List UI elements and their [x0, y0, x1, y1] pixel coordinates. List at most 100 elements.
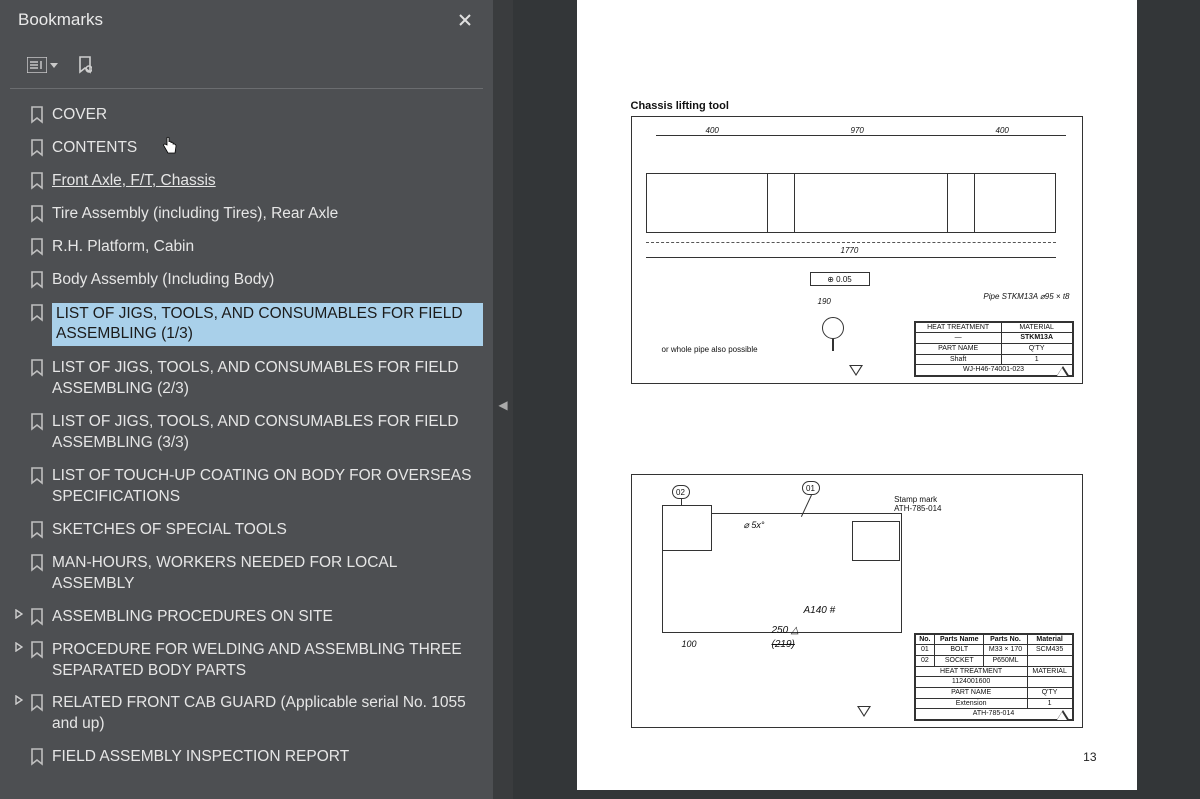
bookmark-list: COVER CONTENTS Front Axle, F/T, Chassis Tir…	[0, 89, 493, 774]
bookmark-item[interactable]: LIST OF JIGS, TOOLS, AND CONSUMABLES FOR…	[8, 352, 489, 406]
bookmark-label: RELATED FRONT CAB GUARD (Applicable seri…	[52, 693, 483, 735]
expand-chevron-icon[interactable]	[10, 695, 28, 705]
bookmark-icon	[30, 359, 44, 377]
close-icon	[457, 12, 473, 28]
handwritten-3: (219)	[772, 639, 795, 650]
stamp-mark-note: Stamp mark ATH-785-014	[894, 495, 941, 513]
bookmark-ribbon-icon	[28, 554, 46, 572]
expand-chevron-icon[interactable]	[10, 609, 28, 619]
bookmark-item[interactable]: LIST OF TOUCH-UP COATING ON BODY FOR OVE…	[8, 460, 489, 514]
pdf-page: Chassis lifting tool 400 970 400 1770 ⊕ …	[577, 0, 1137, 790]
bookmark-item[interactable]: RELATED FRONT CAB GUARD (Applicable seri…	[8, 687, 489, 741]
expand-chevron-icon[interactable]	[10, 642, 28, 652]
dim-100: 100	[682, 639, 697, 649]
bookmarks-title: Bookmarks	[18, 10, 103, 30]
dim-tolerance: ⊕ 0.05	[810, 272, 870, 286]
bookmark-options-button[interactable]	[24, 52, 50, 78]
bookmark-ribbon-icon	[28, 139, 46, 157]
projection-symbol-icon	[849, 365, 863, 378]
bookmark-item[interactable]: FIELD ASSEMBLY INSPECTION REPORT	[8, 741, 489, 774]
bookmark-icon	[30, 608, 44, 626]
bookmark-item[interactable]: Tire Assembly (including Tires), Rear Ax…	[8, 198, 489, 231]
bookmark-label: Tire Assembly (including Tires), Rear Ax…	[52, 204, 483, 225]
bookmark-ribbon-icon	[28, 304, 46, 322]
bookmark-item[interactable]: R.H. Platform, Cabin	[8, 231, 489, 264]
bookmark-item[interactable]: PROCEDURE FOR WELDING AND ASSEMBLING THR…	[8, 634, 489, 688]
drawing1-title: Chassis lifting tool	[631, 100, 1107, 112]
bookmark-icon	[30, 106, 44, 124]
bookmark-item[interactable]: ASSEMBLING PROCEDURES ON SITE	[8, 601, 489, 634]
bookmark-label: Body Assembly (Including Body)	[52, 270, 483, 291]
bookmark-label: ASSEMBLING PROCEDURES ON SITE	[52, 607, 483, 628]
bookmark-ribbon-icon	[28, 748, 46, 766]
bookmark-ribbon-icon	[28, 694, 46, 712]
bookmark-ribbon-icon	[28, 106, 46, 124]
bookmark-icon	[30, 413, 44, 431]
collapse-handle-icon: ◀	[498, 395, 508, 415]
balloon-02: 02	[672, 485, 690, 499]
bookmark-icon	[30, 139, 44, 157]
bookmark-item[interactable]: CONTENTS	[8, 132, 489, 165]
bookmark-icon	[30, 172, 44, 190]
bookmark-item[interactable]: SKETCHES OF SPECIAL TOOLS	[8, 514, 489, 547]
dim-top-1: 400	[706, 126, 719, 135]
bookmark-ribbon-icon	[28, 641, 46, 659]
projection-symbol-icon	[857, 706, 871, 719]
bookmark-label: R.H. Platform, Cabin	[52, 237, 483, 258]
bookmark-icon	[30, 238, 44, 256]
handwritten-1: A140 #	[804, 605, 836, 616]
handwritten-angle: ⌀ 5x°	[744, 520, 765, 531]
bookmark-label: COVER	[52, 105, 483, 126]
bookmark-icon	[30, 205, 44, 223]
bookmark-icon	[30, 271, 44, 289]
bookmark-ribbon-icon	[28, 359, 46, 377]
drawing2-figure: 02 01 Stamp mark ATH-785-014 ⌀ 5x° 100 A…	[631, 474, 1083, 728]
drawing2-titleblock: No. Parts Name Parts No. Material 01 BOL…	[914, 633, 1074, 722]
bookmark-icon	[30, 304, 44, 322]
bookmark-ribbon-icon	[28, 467, 46, 485]
bookmark-ribbon-icon	[28, 608, 46, 626]
pipe-material-note: Pipe STKM13A ⌀95 × t8	[983, 292, 1069, 301]
bookmark-label: Front Axle, F/T, Chassis	[52, 171, 483, 192]
bookmark-item[interactable]: LIST OF JIGS, TOOLS, AND CONSUMABLES FOR…	[8, 297, 489, 353]
document-viewport[interactable]: Chassis lifting tool 400 970 400 1770 ⊕ …	[513, 0, 1200, 799]
bookmarks-header: Bookmarks	[0, 0, 493, 38]
bookmark-item[interactable]: COVER	[8, 99, 489, 132]
small-dim: 190	[818, 297, 831, 306]
drawing1-titleblock: HEAT TREATMENT MATERIAL — STKM13A PART N…	[914, 321, 1074, 377]
bookmark-item[interactable]: Front Axle, F/T, Chassis	[8, 165, 489, 198]
bookmark-icon	[30, 641, 44, 659]
bookmark-label: FIELD ASSEMBLY INSPECTION REPORT	[52, 747, 483, 768]
bookmark-item[interactable]: LIST OF JIGS, TOOLS, AND CONSUMABLES FOR…	[8, 406, 489, 460]
panel-splitter[interactable]: ◀	[493, 0, 513, 799]
bookmarks-toolbar	[10, 44, 483, 89]
dim-top-3: 400	[996, 126, 1009, 135]
bookmark-label: PROCEDURE FOR WELDING AND ASSEMBLING THR…	[52, 640, 483, 682]
bookmark-ribbon-icon	[28, 238, 46, 256]
bookmark-icon	[30, 521, 44, 539]
drawing1-figure: 400 970 400 1770 ⊕ 0.05 Pipe STKM13A ⌀95…	[631, 116, 1083, 384]
drawing1-subnote: or whole pipe also possible	[662, 345, 758, 354]
bookmark-item[interactable]: MAN-HOURS, WORKERS NEEDED FOR LOCAL ASSE…	[8, 547, 489, 601]
bookmark-icon	[30, 467, 44, 485]
bookmark-label: LIST OF TOUCH-UP COATING ON BODY FOR OVE…	[52, 466, 483, 508]
bookmark-label: CONTENTS	[52, 138, 483, 159]
bookmark-label: LIST OF JIGS, TOOLS, AND CONSUMABLES FOR…	[52, 303, 483, 347]
bookmark-icon	[30, 694, 44, 712]
bookmark-ribbon-icon	[28, 271, 46, 289]
bookmark-ribbon-icon	[28, 521, 46, 539]
bookmark-ribbon-icon	[28, 205, 46, 223]
find-bookmark-button[interactable]	[72, 52, 98, 78]
balloon-01: 01	[802, 481, 820, 495]
bookmark-item[interactable]: Body Assembly (Including Body)	[8, 264, 489, 297]
bookmarks-panel: Bookmarks COVER CONTENTS Front Axle, F/T, …	[0, 0, 493, 799]
bookmark-find-icon	[78, 56, 92, 74]
page-number: 13	[1083, 750, 1096, 764]
bookmark-label: LIST OF JIGS, TOOLS, AND CONSUMABLES FOR…	[52, 412, 483, 454]
bookmark-label: LIST OF JIGS, TOOLS, AND CONSUMABLES FOR…	[52, 358, 483, 400]
bookmark-label: SKETCHES OF SPECIAL TOOLS	[52, 520, 483, 541]
bookmark-ribbon-icon	[28, 172, 46, 190]
bookmark-icon	[30, 748, 44, 766]
close-panel-button[interactable]	[451, 6, 479, 34]
handwritten-2: 250 △	[772, 625, 799, 636]
